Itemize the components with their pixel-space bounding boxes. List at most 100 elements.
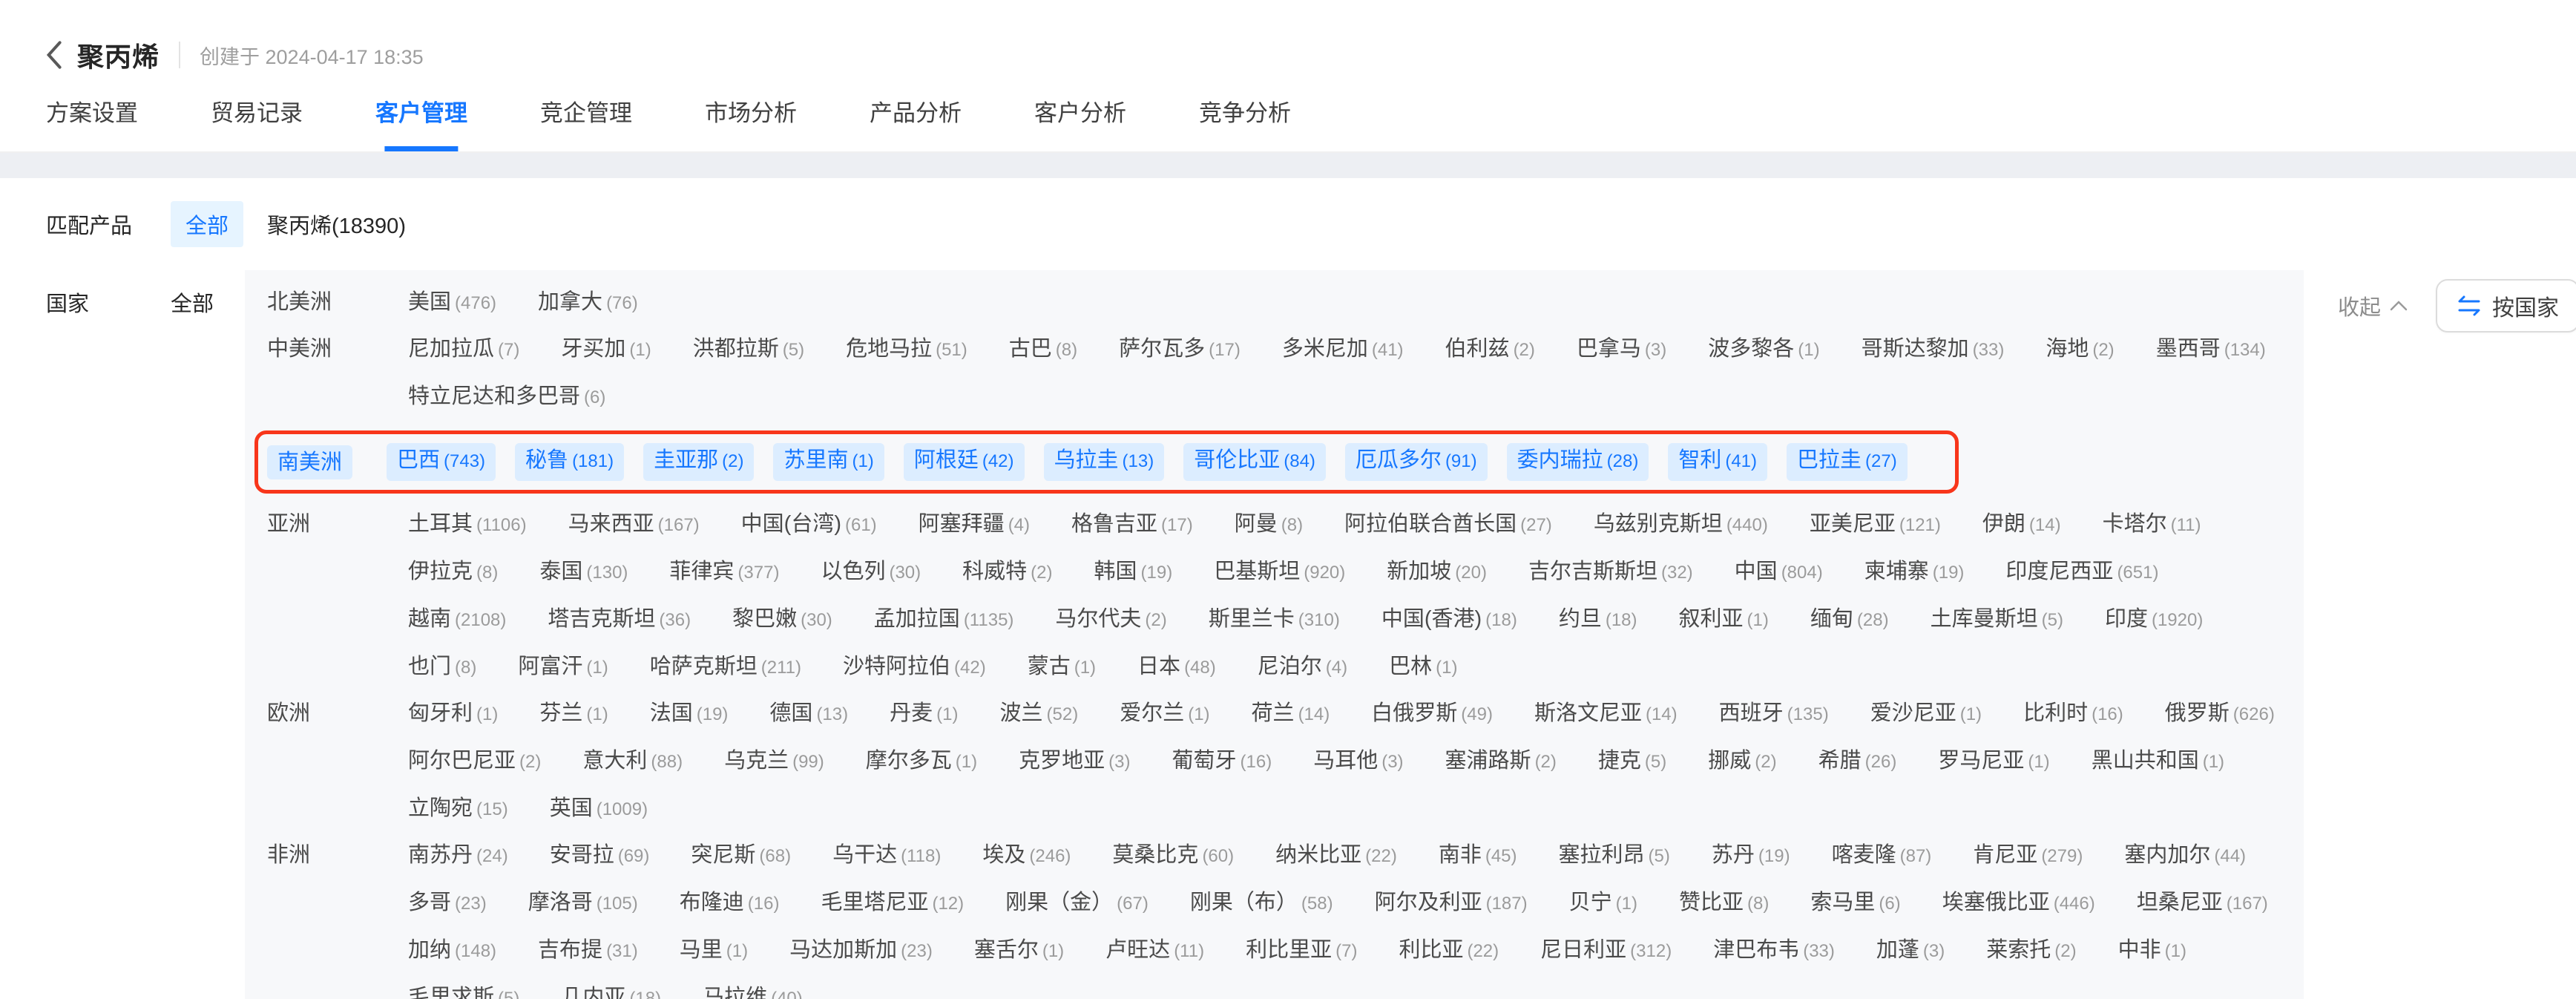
country-item[interactable]: 危地马拉(51) bbox=[846, 336, 967, 365]
product-selected-item[interactable]: 聚丙烯(18390) bbox=[267, 209, 406, 240]
country-item[interactable]: 黑山共和国(1) bbox=[2092, 748, 2224, 777]
country-item[interactable]: 萨尔瓦多(17) bbox=[1119, 336, 1241, 365]
country-item[interactable]: 坦桑尼亚(167) bbox=[2137, 890, 2268, 919]
country-item[interactable]: 加拿大(76) bbox=[538, 289, 638, 318]
country-item[interactable]: 突尼斯(68) bbox=[691, 842, 791, 871]
country-item[interactable]: 南苏丹(24) bbox=[408, 842, 508, 871]
country-item[interactable]: 巴拿马(3) bbox=[1577, 336, 1666, 365]
country-item[interactable]: 尼泊尔(4) bbox=[1258, 654, 1347, 683]
tab-产品分析[interactable]: 产品分析 bbox=[870, 94, 962, 151]
country-item[interactable]: 印度尼西亚(651) bbox=[2005, 559, 2158, 588]
country-all-option[interactable]: 全部 bbox=[171, 286, 245, 318]
country-item[interactable]: 马里(1) bbox=[680, 937, 748, 966]
country-item[interactable]: 比利时(16) bbox=[2023, 701, 2123, 730]
continent-label[interactable]: 中美洲 bbox=[267, 336, 408, 361]
continent-label[interactable]: 亚洲 bbox=[267, 511, 408, 537]
tab-贸易记录[interactable]: 贸易记录 bbox=[211, 94, 303, 151]
country-item[interactable]: 塞拉利昂(5) bbox=[1559, 842, 1670, 871]
country-item[interactable]: 韩国(19) bbox=[1094, 559, 1173, 588]
country-item[interactable]: 阿塞拜疆(4) bbox=[919, 511, 1030, 540]
country-item[interactable]: 委内瑞拉(28) bbox=[1507, 443, 1649, 481]
country-item[interactable]: 德国(13) bbox=[769, 701, 848, 730]
country-item[interactable]: 意大利(88) bbox=[582, 748, 683, 777]
country-item[interactable]: 也门(8) bbox=[408, 654, 476, 683]
country-item[interactable]: 克罗地亚(3) bbox=[1019, 748, 1130, 777]
country-item[interactable]: 马来西亚(167) bbox=[568, 511, 700, 540]
country-item[interactable]: 阿曼(8) bbox=[1235, 511, 1303, 540]
tab-竞争分析[interactable]: 竞争分析 bbox=[1199, 94, 1291, 151]
country-item[interactable]: 几内亚(18) bbox=[561, 985, 661, 999]
country-item[interactable]: 泰国(130) bbox=[539, 559, 628, 588]
country-item[interactable]: 芬兰(1) bbox=[539, 701, 608, 730]
tab-市场分析[interactable]: 市场分析 bbox=[705, 94, 797, 151]
country-item[interactable]: 日本(48) bbox=[1137, 654, 1216, 683]
country-item[interactable]: 中国(804) bbox=[1735, 559, 1823, 588]
country-item[interactable]: 乌克兰(99) bbox=[724, 748, 824, 777]
product-all-chip[interactable]: 全部 bbox=[171, 201, 243, 247]
country-item[interactable]: 摩尔多瓦(1) bbox=[866, 748, 977, 777]
country-item[interactable]: 津巴布韦(33) bbox=[1713, 937, 1835, 966]
country-item[interactable]: 中国(香港)(18) bbox=[1381, 606, 1517, 635]
country-item[interactable]: 白俄罗斯(49) bbox=[1371, 701, 1493, 730]
country-item[interactable]: 海地(2) bbox=[2046, 336, 2114, 365]
country-item[interactable]: 墨西哥(134) bbox=[2156, 336, 2266, 365]
country-item[interactable]: 巴西(743) bbox=[387, 443, 496, 481]
country-item[interactable]: 莱索托(2) bbox=[1986, 937, 2076, 966]
continent-label[interactable]: 欧洲 bbox=[267, 701, 408, 726]
country-item[interactable]: 苏里南(1) bbox=[773, 443, 884, 481]
country-item[interactable]: 科威特(2) bbox=[962, 559, 1052, 588]
country-item[interactable]: 哥伦比亚(84) bbox=[1183, 443, 1326, 481]
country-item[interactable]: 美国(476) bbox=[408, 289, 496, 318]
country-item[interactable]: 索马里(6) bbox=[1810, 890, 1900, 919]
country-item[interactable]: 阿拉伯联合酋长国(27) bbox=[1344, 511, 1552, 540]
tab-竞企管理[interactable]: 竞企管理 bbox=[540, 94, 632, 151]
country-item[interactable]: 伊拉克(8) bbox=[408, 559, 498, 588]
country-item[interactable]: 格鲁吉亚(17) bbox=[1071, 511, 1193, 540]
country-item[interactable]: 塞内加尔(44) bbox=[2124, 842, 2246, 871]
country-item[interactable]: 南非(45) bbox=[1439, 842, 1517, 871]
country-item[interactable]: 爱尔兰(1) bbox=[1120, 701, 1209, 730]
country-item[interactable]: 吉布提(31) bbox=[538, 937, 638, 966]
country-item[interactable]: 乌拉圭(13) bbox=[1044, 443, 1165, 481]
country-item[interactable]: 塞浦路斯(2) bbox=[1445, 748, 1557, 777]
country-item[interactable]: 巴基斯坦(920) bbox=[1214, 559, 1345, 588]
country-item[interactable]: 土库曼斯坦(5) bbox=[1931, 606, 2063, 635]
country-item[interactable]: 特立尼达和多巴哥(6) bbox=[408, 384, 605, 413]
country-item[interactable]: 圭亚那(2) bbox=[643, 443, 754, 481]
country-item[interactable]: 加蓬(3) bbox=[1876, 937, 1945, 966]
country-item[interactable]: 马尔代夫(2) bbox=[1055, 606, 1166, 635]
country-item[interactable]: 马拉维(40) bbox=[703, 985, 803, 999]
country-item[interactable]: 中非(1) bbox=[2118, 937, 2186, 966]
country-item[interactable]: 土耳其(1106) bbox=[408, 511, 527, 540]
country-item[interactable]: 毛里求斯(5) bbox=[408, 985, 519, 999]
country-item[interactable]: 菲律宾(377) bbox=[669, 559, 779, 588]
country-item[interactable]: 中国(台湾)(61) bbox=[741, 511, 877, 540]
country-item[interactable]: 缅甸(28) bbox=[1810, 606, 1889, 635]
country-item[interactable]: 莫桑比克(60) bbox=[1112, 842, 1234, 871]
country-item[interactable]: 哥斯达黎加(33) bbox=[1862, 336, 2005, 365]
country-item[interactable]: 马达加斯加(23) bbox=[789, 937, 933, 966]
country-item[interactable]: 伯利兹(2) bbox=[1445, 336, 1535, 365]
country-item[interactable]: 葡萄牙(16) bbox=[1172, 748, 1272, 777]
country-item[interactable]: 荷兰(14) bbox=[1252, 701, 1330, 730]
continent-label[interactable]: 北美洲 bbox=[267, 289, 408, 315]
country-item[interactable]: 塔吉克斯坦(36) bbox=[548, 606, 691, 635]
country-item[interactable]: 智利(41) bbox=[1668, 443, 1767, 481]
country-item[interactable]: 西班牙(135) bbox=[1719, 701, 1829, 730]
country-item[interactable]: 巴拉圭(27) bbox=[1787, 443, 1908, 481]
country-item[interactable]: 刚果（布）(58) bbox=[1190, 890, 1333, 919]
country-item[interactable]: 约旦(18) bbox=[1559, 606, 1637, 635]
country-item[interactable]: 利比里亚(7) bbox=[1246, 937, 1357, 966]
country-item[interactable]: 加纳(148) bbox=[408, 937, 496, 966]
country-item[interactable]: 肯尼亚(279) bbox=[1973, 842, 2083, 871]
country-item[interactable]: 毛里塔尼亚(12) bbox=[821, 890, 964, 919]
country-item[interactable]: 多米尼加(41) bbox=[1282, 336, 1404, 365]
country-item[interactable]: 挪威(2) bbox=[1708, 748, 1776, 777]
country-item[interactable]: 希腊(26) bbox=[1818, 748, 1897, 777]
country-item[interactable]: 哈萨克斯坦(211) bbox=[650, 654, 801, 683]
country-item[interactable]: 尼加拉瓜(7) bbox=[408, 336, 519, 365]
country-item[interactable]: 埃及(246) bbox=[982, 842, 1071, 871]
continent-label[interactable]: 非洲 bbox=[267, 842, 408, 868]
country-item[interactable]: 布隆迪(16) bbox=[680, 890, 780, 919]
by-country-button[interactable]: 按国家 bbox=[2436, 279, 2576, 333]
